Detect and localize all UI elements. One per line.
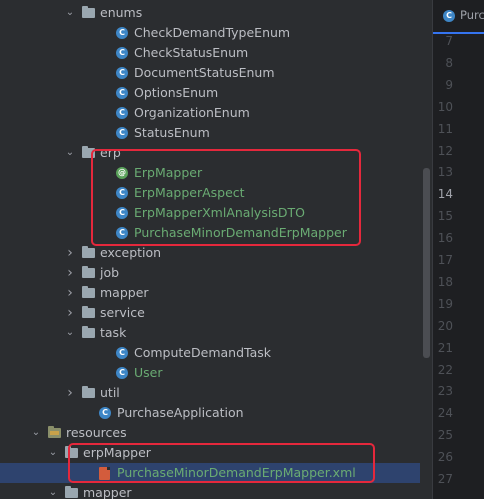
class-icon: C xyxy=(116,127,128,139)
tree-folder-row[interactable]: › mapper xyxy=(0,283,420,303)
tree-item-label: CheckStatusEnum xyxy=(134,45,249,60)
line-number: 18 xyxy=(437,274,453,289)
tree-item-label: service xyxy=(100,305,145,320)
line-number: 26 xyxy=(437,450,453,465)
class-icon: C xyxy=(443,10,455,22)
line-number: 14 xyxy=(437,187,453,202)
line-number: 24 xyxy=(437,406,453,421)
resources-folder-icon xyxy=(48,426,61,438)
line-number: 27 xyxy=(437,472,453,486)
folder-icon xyxy=(82,386,95,398)
highlight-box-erpmapper-resources xyxy=(68,443,375,483)
editor-tab-label: Purc xyxy=(460,8,484,22)
tree-file-row[interactable]: C DocumentStatusEnum xyxy=(0,63,420,83)
tree-file-row[interactable]: C StatusEnum xyxy=(0,123,420,143)
tree-folder-row[interactable]: › service xyxy=(0,303,420,323)
tree-folder-row[interactable]: ⌄ task xyxy=(0,323,420,343)
tree-item-label: CheckDemandTypeEnum xyxy=(134,25,291,40)
line-number: 20 xyxy=(437,318,453,333)
chevron-down-icon[interactable]: ⌄ xyxy=(47,443,59,463)
chevron-down-icon[interactable]: ⌄ xyxy=(64,143,76,163)
tree-scrollbar[interactable] xyxy=(423,168,430,358)
line-number: 22 xyxy=(437,362,453,377)
tree-item-label: OptionsEnum xyxy=(134,85,219,100)
chevron-right-icon[interactable]: › xyxy=(64,243,76,263)
tree-folder-row[interactable]: › exception xyxy=(0,243,420,263)
chevron-right-icon[interactable]: › xyxy=(64,263,76,283)
line-number: 15 xyxy=(437,209,453,224)
chevron-right-icon[interactable]: › xyxy=(64,303,76,323)
tree-folder-row[interactable]: › util xyxy=(0,383,420,403)
class-icon: C xyxy=(116,87,128,99)
folder-icon xyxy=(82,306,95,318)
folder-icon xyxy=(82,246,95,258)
class-icon: C xyxy=(116,47,128,59)
project-tree[interactable]: ⌄ enums C CheckDemandTypeEnum C CheckStatusEn… xyxy=(0,0,420,499)
tree-file-row[interactable]: C OptionsEnum xyxy=(0,83,420,103)
app-icon: C xyxy=(99,407,111,419)
tree-item-label: mapper xyxy=(100,285,149,300)
chevron-right-icon[interactable]: › xyxy=(64,283,76,303)
chevron-down-icon[interactable]: ⌄ xyxy=(30,423,42,443)
tree-item-label: User xyxy=(134,365,163,380)
tree-item-label: PurchaseApplication xyxy=(117,405,244,420)
line-number: 13 xyxy=(437,165,453,180)
class-icon: C xyxy=(116,27,128,39)
class-icon: C xyxy=(116,367,128,379)
line-number: 17 xyxy=(437,253,453,267)
line-number: 9 xyxy=(445,77,453,92)
line-number: 21 xyxy=(437,340,453,355)
line-number: 12 xyxy=(437,143,453,158)
folder-icon xyxy=(82,266,95,278)
chevron-down-icon[interactable]: ⌄ xyxy=(64,323,76,343)
tree-file-row[interactable]: C OrganizationEnum xyxy=(0,103,420,123)
tree-file-row[interactable]: C CheckDemandTypeEnum xyxy=(0,23,420,43)
folder-icon xyxy=(82,326,95,338)
tree-item-label: StatusEnum xyxy=(134,125,210,140)
tree-file-row[interactable]: C PurchaseApplication xyxy=(0,403,420,423)
folder-icon xyxy=(82,6,95,18)
tree-item-label: OrganizationEnum xyxy=(134,105,250,120)
line-number: 10 xyxy=(437,99,453,114)
tree-item-label: job xyxy=(100,265,120,280)
tree-item-label: enums xyxy=(100,5,143,20)
tree-file-row[interactable]: C CheckStatusEnum xyxy=(0,43,420,63)
tree-item-label: resources xyxy=(66,425,127,440)
chevron-right-icon[interactable]: › xyxy=(64,383,76,403)
chevron-down-icon[interactable]: ⌄ xyxy=(64,3,76,23)
tree-file-row[interactable]: C ComputeDemandTask xyxy=(0,343,420,363)
highlight-box-erp-package xyxy=(91,149,361,246)
tree-folder-row[interactable]: ⌄ resources xyxy=(0,423,420,443)
editor-tab[interactable]: C Purc xyxy=(433,0,484,34)
tree-item-label: mapper xyxy=(83,485,132,499)
tree-folder-row[interactable]: ⌄ mapper xyxy=(0,483,420,499)
line-number: 7 xyxy=(445,34,453,48)
line-number: 25 xyxy=(437,428,453,443)
class-icon: C xyxy=(116,107,128,119)
class-icon: C xyxy=(116,347,128,359)
line-number: 16 xyxy=(437,231,453,246)
tree-item-label: DocumentStatusEnum xyxy=(134,65,275,80)
tree-file-row[interactable]: C User xyxy=(0,363,420,383)
chevron-down-icon[interactable]: ⌄ xyxy=(47,483,59,499)
class-icon: C xyxy=(116,67,128,79)
line-number: 8 xyxy=(445,55,453,70)
folder-icon xyxy=(65,486,78,498)
line-number: 19 xyxy=(437,296,453,311)
folder-icon xyxy=(82,286,95,298)
tree-item-label: exception xyxy=(100,245,162,260)
tree-item-label: util xyxy=(100,385,120,400)
tree-item-label: ComputeDemandTask xyxy=(134,345,271,360)
line-number: 23 xyxy=(437,384,453,399)
line-number: 11 xyxy=(437,121,453,136)
tree-folder-row[interactable]: ⌄ enums xyxy=(0,3,420,23)
tree-item-label: task xyxy=(100,325,127,340)
tree-folder-row[interactable]: › job xyxy=(0,263,420,283)
